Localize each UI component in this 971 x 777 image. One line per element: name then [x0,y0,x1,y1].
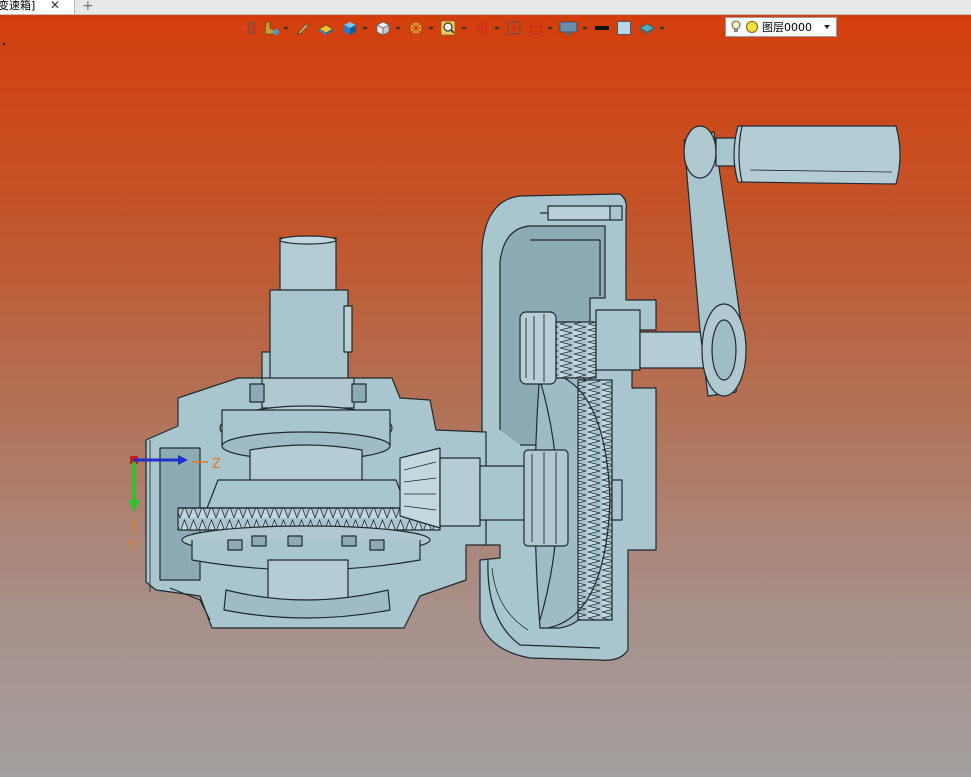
output-shaft[interactable] [249,235,367,409]
y-axis-label: Y [127,539,136,554]
crank-handle[interactable] [595,125,901,397]
pinion-gear [519,311,597,385]
cad-application: 变速箱] ✕ + 图层0000 Z Y [0,0,971,777]
z-axis-label: Z [212,457,221,472]
gearbox-model[interactable]: Z Y [0,0,971,777]
